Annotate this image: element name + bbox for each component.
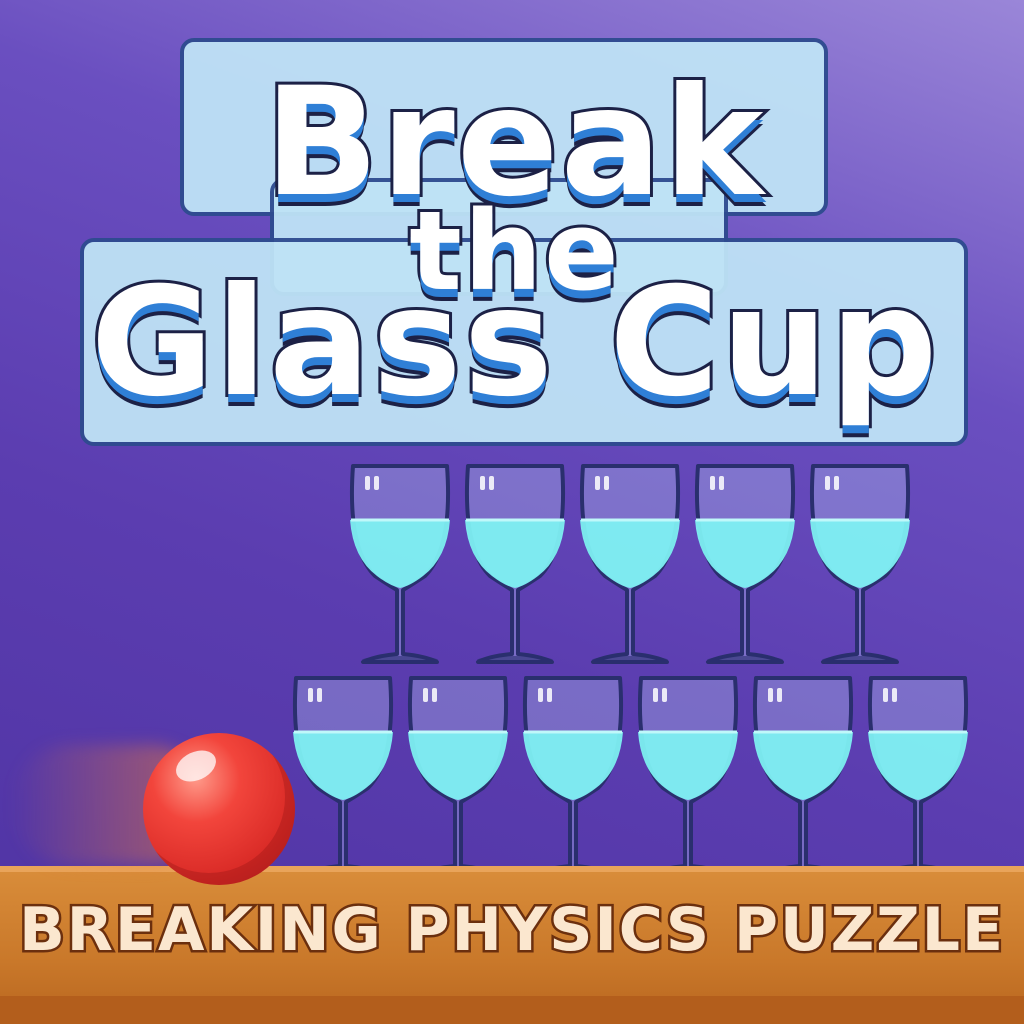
wine-glass-top-row[interactable]	[575, 458, 685, 668]
wine-glass-bottom-row[interactable]	[863, 670, 973, 880]
red-ball[interactable]	[143, 733, 295, 885]
game-logo: Break the Glass Cup	[60, 28, 970, 448]
title-word-glass-cup: Glass Cup	[88, 256, 941, 430]
wine-glass-bottom-row[interactable]	[288, 670, 398, 880]
wine-glass-bottom-row[interactable]	[748, 670, 858, 880]
floor-edge	[0, 866, 1024, 872]
wine-glass-bottom-row[interactable]	[403, 670, 513, 880]
wine-glass-top-row[interactable]	[345, 458, 455, 668]
subtitle-tagline: BREAKING PHYSICS PUZZLE	[17, 893, 1006, 968]
wine-glass-top-row[interactable]	[690, 458, 800, 668]
wine-glass-bottom-row[interactable]	[633, 670, 743, 880]
floor-bottom-band	[0, 996, 1024, 1024]
wine-glass-bottom-row[interactable]	[518, 670, 628, 880]
wine-glass-top-row[interactable]	[460, 458, 570, 668]
wine-glass-top-row[interactable]	[805, 458, 915, 668]
